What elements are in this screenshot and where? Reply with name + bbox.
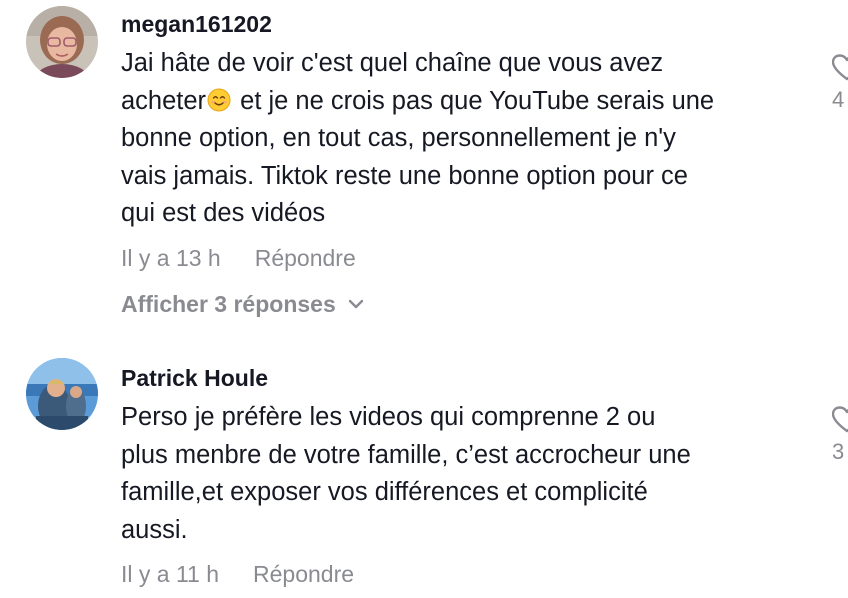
smiling-face-emoji-icon: [207, 88, 231, 111]
comment-text: Perso je préfère les videos qui comprenn…: [121, 403, 691, 544]
reply-button[interactable]: Répondre: [253, 561, 354, 587]
heart-icon: [832, 54, 848, 81]
comment-meta: Il y a 13 h Répondre: [121, 244, 811, 272]
avatar-image: [26, 6, 98, 78]
comment-timestamp: Il y a 11 h: [121, 561, 220, 587]
like-count: 3: [832, 439, 845, 464]
avatar[interactable]: [26, 6, 98, 78]
heart-icon: [832, 406, 848, 433]
like-button[interactable]: 3: [832, 406, 848, 464]
avatar-image: [26, 358, 98, 430]
reply-button[interactable]: Répondre: [255, 245, 356, 271]
chevron-down-icon: [348, 299, 363, 308]
comment-meta: Il y a 11 h Répondre: [121, 560, 811, 588]
like-button[interactable]: 4: [832, 54, 848, 112]
avatar[interactable]: [26, 358, 98, 430]
show-replies-button[interactable]: Afficher 3 réponses: [121, 290, 811, 318]
comment-timestamp: Il y a 13 h: [121, 244, 221, 271]
like-count: 4: [832, 87, 845, 112]
comment-username[interactable]: megan161202: [121, 10, 811, 38]
comment-username[interactable]: Patrick Houle: [121, 364, 811, 392]
show-replies-label: Afficher 3 réponses: [121, 290, 336, 317]
comment-text: Jai hâte de voir c'est quel chaîne que v…: [121, 45, 811, 233]
